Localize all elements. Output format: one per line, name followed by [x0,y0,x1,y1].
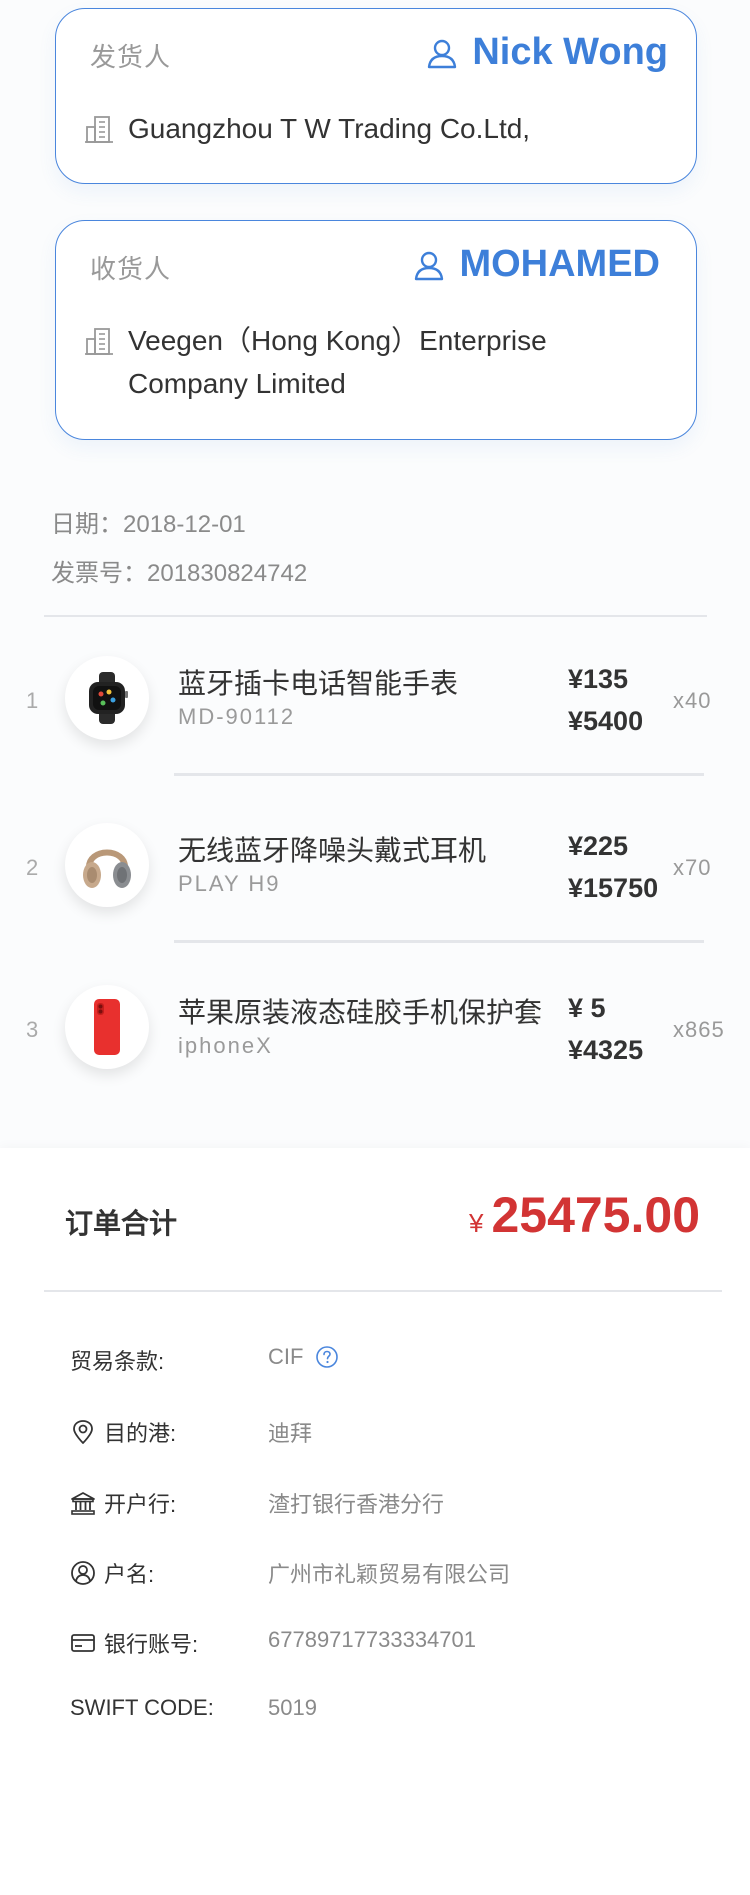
swift-code-row: SWIFT CODE: 5019 [70,1689,710,1729]
smartwatch-icon [89,672,128,724]
item-unit-price: ¥135 [568,664,629,694]
item-thumbnail [65,656,149,740]
currency-symbol: ¥ [468,1208,484,1238]
total-value: 25475.00 [491,1187,700,1243]
account-number-row: 银行账号: 67789717733334701 [70,1621,710,1661]
list-item[interactable]: 2 无线蓝牙降噪头戴式耳机 PLAY H9 ¥225 ¥15750 x70 [0,815,750,945]
item-thumbnail [65,985,149,1069]
card-icon [71,1634,95,1652]
item-name: 苹果原装液态硅胶手机保护套 [178,997,543,1028]
location-pin-icon [73,1420,93,1444]
list-item[interactable]: 1 蓝牙插卡电话智能手表 MD-90112 ¥135 ¥5400 x40 [0,648,750,778]
trade-terms-row: 贸易条款: CIF [70,1338,710,1378]
user-circle-icon [71,1561,95,1585]
item-index: 3 [26,1017,39,1042]
invoice-top-area: 发货人 Nick Wong Guangzhou T W Trading Co.L… [0,0,750,1148]
headphones-icon [83,849,131,888]
item-total-price: ¥4325 [568,1035,644,1065]
destination-port-value: 迪拜 [268,1421,313,1446]
item-total-price: ¥15750 [568,873,659,903]
divider [174,940,704,943]
invoice-number: 发票号：201830824742 [51,560,308,587]
item-unit-price: ¥ 5 [568,993,606,1023]
divider [174,773,704,776]
receiver-label: 收货人 [90,254,172,284]
item-thumbnail [65,823,149,907]
list-item[interactable]: 3 苹果原装液态硅胶手机保护套 iphoneX ¥ 5 ¥4325 x865 [0,977,750,1107]
trade-terms-label: 贸易条款: [70,1349,165,1374]
item-sku: MD-90112 [178,704,296,729]
receiver-company: Veegen（Hong Kong）Enterprise Company Limi… [128,325,547,399]
account-name-value: 广州市礼颖贸易有限公司 [268,1562,511,1587]
phone-case-icon [94,999,120,1055]
person-icon [415,251,444,280]
receiver-company-row: Veegen（Hong Kong）Enterprise Company Limi… [84,319,608,405]
person-icon [428,39,457,68]
item-quantity: x70 [673,855,712,880]
item-index: 1 [26,688,39,713]
item-unit-price: ¥225 [568,831,629,861]
receiver-contact[interactable]: MOHAMED [413,243,660,286]
order-summary-panel: 订单合计 ¥ 25475.00 贸易条款: CIF 目的港: 迪拜 开户行: 渣… [0,1148,750,1895]
help-icon[interactable] [315,1345,339,1369]
item-name: 无线蓝牙降噪头戴式耳机 [178,835,487,866]
receiver-card: 收货人 MOHAMED Veegen（Hong Kong）Enterprise … [55,220,697,440]
bank-row: 开户行: 渣打银行香港分行 [70,1481,710,1521]
bank-icon [71,1492,95,1515]
destination-port-label: 目的港: [70,1416,176,1448]
bank-label: 开户行: [70,1487,176,1519]
order-total-amount: ¥ 25475.00 [469,1186,700,1244]
swift-code-value: 5019 [268,1695,317,1720]
swift-code-label: SWIFT CODE: [70,1695,214,1720]
sender-label: 发货人 [90,42,172,72]
item-name: 蓝牙插卡电话智能手表 [178,668,459,699]
building-icon [85,328,113,355]
building-icon [85,116,113,143]
item-index: 2 [26,855,39,880]
divider [44,1290,722,1292]
sender-company: Guangzhou T W Trading Co.Ltd, [128,113,531,144]
item-total-price: ¥5400 [568,706,644,736]
divider [44,615,707,617]
account-name-row: 户名: 广州市礼颖贸易有限公司 [70,1551,710,1591]
destination-port-row: 目的港: 迪拜 [70,1410,710,1450]
item-sku: iphoneX [178,1033,273,1058]
account-number-value: 67789717733334701 [268,1627,477,1652]
item-quantity: x865 [673,1017,725,1042]
trade-terms-value: CIF [268,1344,339,1370]
account-name-label: 户名: [70,1557,154,1589]
sender-contact[interactable]: Nick Wong [426,31,668,74]
receiver-name: MOHAMED [459,243,660,285]
order-total-label: 订单合计 [65,1208,178,1239]
item-sku: PLAY H9 [178,871,281,896]
account-number-label: 银行账号: [70,1627,198,1659]
item-quantity: x40 [673,688,712,713]
sender-company-row: Guangzhou T W Trading Co.Ltd, [84,107,608,150]
sender-name: Nick Wong [472,31,668,73]
invoice-date: 日期：2018-12-01 [51,511,246,538]
sender-card: 发货人 Nick Wong Guangzhou T W Trading Co.L… [55,8,697,184]
bank-value: 渣打银行香港分行 [268,1492,445,1517]
